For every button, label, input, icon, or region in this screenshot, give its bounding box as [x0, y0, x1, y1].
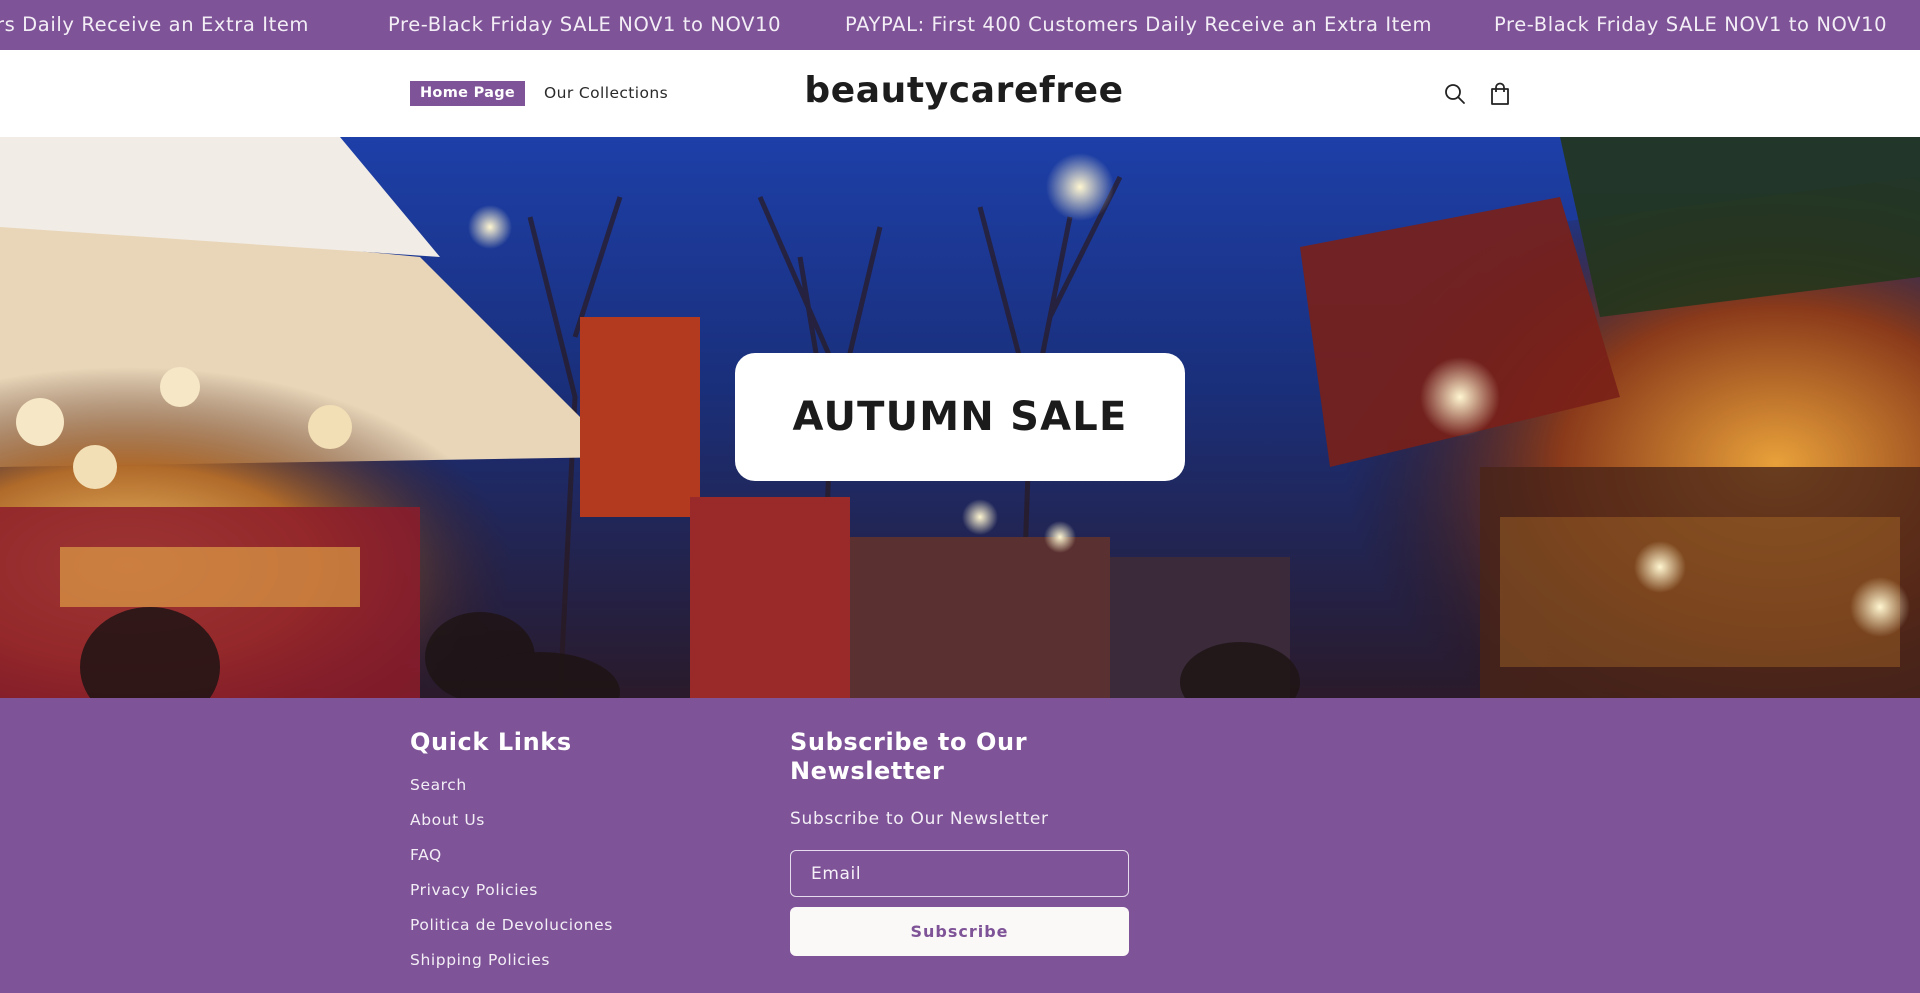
- footer-link-item: About Us: [410, 810, 730, 845]
- cart-icon[interactable]: [1486, 80, 1514, 108]
- footer-link-about-us[interactable]: About Us: [410, 811, 485, 829]
- footer-link-item: Search: [410, 775, 730, 810]
- quick-links-heading: Quick Links: [410, 728, 572, 756]
- email-field[interactable]: [790, 850, 1129, 897]
- footer-link-search[interactable]: Search: [410, 776, 467, 794]
- announcement-message: Pre-Black Friday SALE NOV1 to NOV10: [388, 13, 782, 36]
- footer-link-faq[interactable]: FAQ: [410, 846, 442, 864]
- newsletter-subheading: Subscribe to Our Newsletter: [790, 809, 1049, 829]
- hero-title-card: AUTUMN SALE: [735, 353, 1185, 481]
- footer-link-item: Politica de Devoluciones: [410, 915, 730, 950]
- quick-links-section: Quick Links Search About Us FAQ Privacy …: [410, 728, 730, 985]
- newsletter-heading: Subscribe to Our Newsletter: [790, 728, 1028, 785]
- announcement-message: PAYPAL: First 400 Customers Daily Receiv…: [845, 13, 1433, 36]
- announcement-message: Pre-Black Friday SALE NOV1 to NOV10: [1494, 13, 1888, 36]
- footer-link-privacy[interactable]: Privacy Policies: [410, 881, 538, 899]
- brand-logo[interactable]: beautycarefree: [0, 70, 1920, 111]
- site-footer: Quick Links Search About Us FAQ Privacy …: [0, 698, 1920, 993]
- hero-banner: AUTUMN SALE: [0, 137, 1920, 698]
- hero-title: AUTUMN SALE: [792, 394, 1128, 440]
- footer-link-returns[interactable]: Politica de Devoluciones: [410, 916, 613, 934]
- search-icon[interactable]: [1441, 80, 1469, 108]
- announcement-message: rs Daily Receive an Extra Item: [0, 13, 310, 36]
- footer-link-shipping[interactable]: Shipping Policies: [410, 951, 550, 969]
- quick-links-list: Search About Us FAQ Privacy Policies Pol…: [410, 775, 730, 985]
- footer-link-item: FAQ: [410, 845, 730, 880]
- newsletter-section: Subscribe to Our Newsletter Subscribe to…: [790, 728, 1130, 956]
- footer-link-item: Shipping Policies: [410, 950, 730, 985]
- site-header: Home Page Our Collections beautycarefree: [0, 50, 1920, 137]
- subscribe-button[interactable]: Subscribe: [790, 907, 1129, 956]
- announcement-bar: rs Daily Receive an Extra Item Pre-Black…: [0, 0, 1920, 50]
- footer-link-item: Privacy Policies: [410, 880, 730, 915]
